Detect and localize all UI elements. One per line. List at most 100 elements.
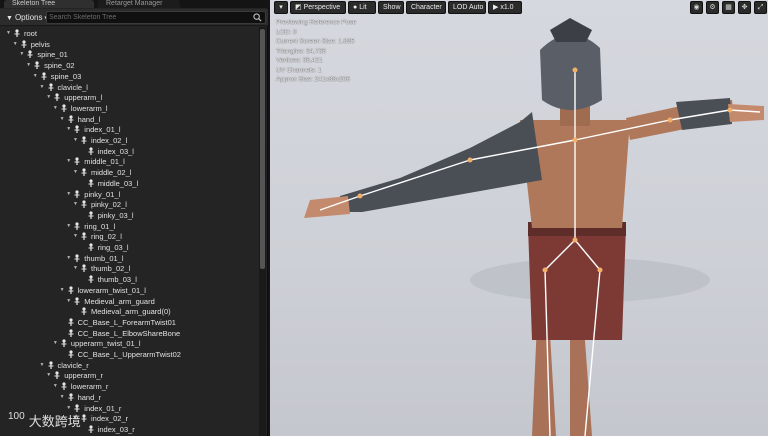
character-button[interactable]: Character [406,1,446,14]
expand-arrow-icon[interactable]: ▼ [46,370,52,381]
expand-arrow-icon[interactable]: ▼ [73,167,79,178]
options-label: Options [14,13,43,22]
tree-row[interactable]: ▼ middle_02_l [0,167,258,178]
perspective-button[interactable]: ◩ Perspective [290,1,346,14]
tree-scrollbar[interactable] [259,27,266,436]
scrollbar-thumb[interactable] [260,29,265,269]
tree-row[interactable]: CC_Base_L_UpperarmTwist02 [0,349,258,360]
bone-icon [61,104,67,112]
expand-arrow-icon[interactable]: ▼ [66,253,72,264]
tree-row[interactable]: thumb_03_l [0,274,258,285]
expand-arrow-icon[interactable]: ▼ [73,135,79,146]
tree-row[interactable]: ▼ spine_01 [0,49,258,60]
maximize-icon[interactable]: ⤢ [754,1,767,14]
show-button[interactable]: Show [378,1,404,14]
tree-row[interactable]: ▼ ring_01_l [0,221,258,232]
expand-arrow-icon[interactable]: ▼ [73,231,79,242]
expand-arrow-icon[interactable]: ▼ [19,49,25,60]
search-icon[interactable] [253,13,262,22]
expand-arrow-icon[interactable]: ▼ [13,39,19,50]
tree-row[interactable]: ▼ thumb_02_l [0,263,258,274]
expand-arrow-icon[interactable]: ▼ [40,82,46,93]
tree-row[interactable]: ▼ index_01_l [0,124,258,135]
transform-icon[interactable]: ✥ [738,1,751,14]
helmet [540,34,602,110]
grid-icon[interactable]: ▦ [722,1,735,14]
lod-auto-button[interactable]: LOD Auto [448,1,486,14]
expand-arrow-icon[interactable]: ▼ [60,114,66,125]
tree-row[interactable]: ▼ upperarm_twist_01_l [0,338,258,349]
tab-retarget-manager[interactable]: Retarget Manager [98,0,180,8]
tree-row[interactable]: ▼ upperarm_r [0,370,258,381]
lit-button[interactable]: ● Lit [348,1,376,14]
tree-row[interactable]: CC_Base_L_ElbowShareBone [0,328,258,339]
tree-row[interactable]: ▼ index_02_l [0,135,258,146]
expand-arrow-icon[interactable]: ▼ [46,92,52,103]
expand-arrow-icon[interactable]: ▼ [53,103,59,114]
tree-row[interactable]: ▼ upperarm_l [0,92,258,103]
bone-label: upperarm_r [64,371,103,381]
bone-label: pinky_03_l [97,210,134,220]
bone-label: middle_01_l [84,157,125,167]
tab-skeleton-tree[interactable]: Skeleton Tree [4,0,94,8]
expand-arrow-icon[interactable]: ▼ [66,221,72,232]
tree-row[interactable]: ▼ lowerarm_twist_01_l [0,285,258,296]
tree-row[interactable]: ▼ clavicle_l [0,82,258,93]
tree-row[interactable]: ▼ hand_r [0,392,258,403]
expand-arrow-icon[interactable]: ▼ [40,360,46,371]
bone-icon [68,350,74,358]
expand-arrow-icon[interactable]: ▼ [33,71,39,82]
bone-icon [68,114,74,123]
tree-row[interactable]: pinky_03_l [0,210,258,221]
tree-row[interactable]: ▼ Medieval_arm_guard [0,296,258,307]
tree-row[interactable]: ▼ lowerarm_r [0,381,258,392]
gear-icon[interactable]: ⚙ [706,1,719,14]
right-hand [728,104,764,122]
bone-icon [54,93,60,102]
tree-row[interactable]: ▼ spine_02 [0,60,258,71]
tree-row[interactable]: ▼ spine_03 [0,71,258,82]
tree-row[interactable]: ▼ pinky_02_l [0,199,258,210]
speed-label: x1.0 [500,4,514,11]
tree-row[interactable]: CC_Base_L_ForearmTwist01 [0,317,258,328]
tree-row[interactable]: ▼ thumb_01_l [0,253,258,264]
expand-arrow-icon[interactable]: ▼ [53,381,59,392]
expand-arrow-icon[interactable]: ▼ [26,60,32,71]
expand-arrow-icon[interactable]: ▼ [66,189,72,200]
tree-row[interactable]: ▼ middle_01_l [0,156,258,167]
bone-icon [27,50,33,59]
expand-arrow-icon[interactable]: ▼ [6,28,12,39]
expand-arrow-icon[interactable]: ▼ [60,285,66,296]
bone-icon [14,29,20,37]
tree-row[interactable]: ▼ root [0,28,258,39]
bone-icon [54,371,60,380]
tree-row[interactable]: ring_03_l [0,242,258,253]
tree-row[interactable]: ▼ hand_l [0,114,258,125]
expand-arrow-icon[interactable]: ▼ [73,199,79,210]
search-input[interactable] [49,12,249,23]
bone-icon [88,147,94,155]
bone-label: upperarm_twist_01_l [70,339,141,349]
tree-row[interactable]: ▼ lowerarm_l [0,103,258,114]
expand-arrow-icon[interactable]: ▼ [66,296,72,307]
tree-row[interactable]: ▼ pinky_01_l [0,189,258,200]
tree-row[interactable]: ▼ clavicle_r [0,360,258,371]
camera-icon[interactable]: ◉ [690,1,703,14]
bone-icon [68,328,74,337]
bone-icon [74,221,80,230]
viewport-menu-button[interactable]: ▾ [274,1,288,14]
tree-row[interactable]: ▼ pelvis [0,39,258,50]
bone-label: index_02_r [91,414,129,424]
tree-row[interactable]: middle_03_l [0,178,258,189]
expand-arrow-icon[interactable]: ▼ [66,156,72,167]
expand-arrow-icon[interactable]: ▼ [60,392,66,403]
tree-row[interactable]: ▼ ring_02_l [0,231,258,242]
left-arm-armor [338,112,542,212]
tree-row[interactable]: Medieval_arm_guard(0) [0,306,258,317]
playback-speed-button[interactable]: ▶ x1.0 [488,1,522,14]
expand-arrow-icon[interactable]: ▼ [66,124,72,135]
preview-viewport[interactable]: Previewing Reference Pose LOD: 0 Current S… [270,0,768,436]
expand-arrow-icon[interactable]: ▼ [53,338,59,349]
expand-arrow-icon[interactable]: ▼ [73,263,79,274]
tree-row[interactable]: index_03_l [0,146,258,157]
